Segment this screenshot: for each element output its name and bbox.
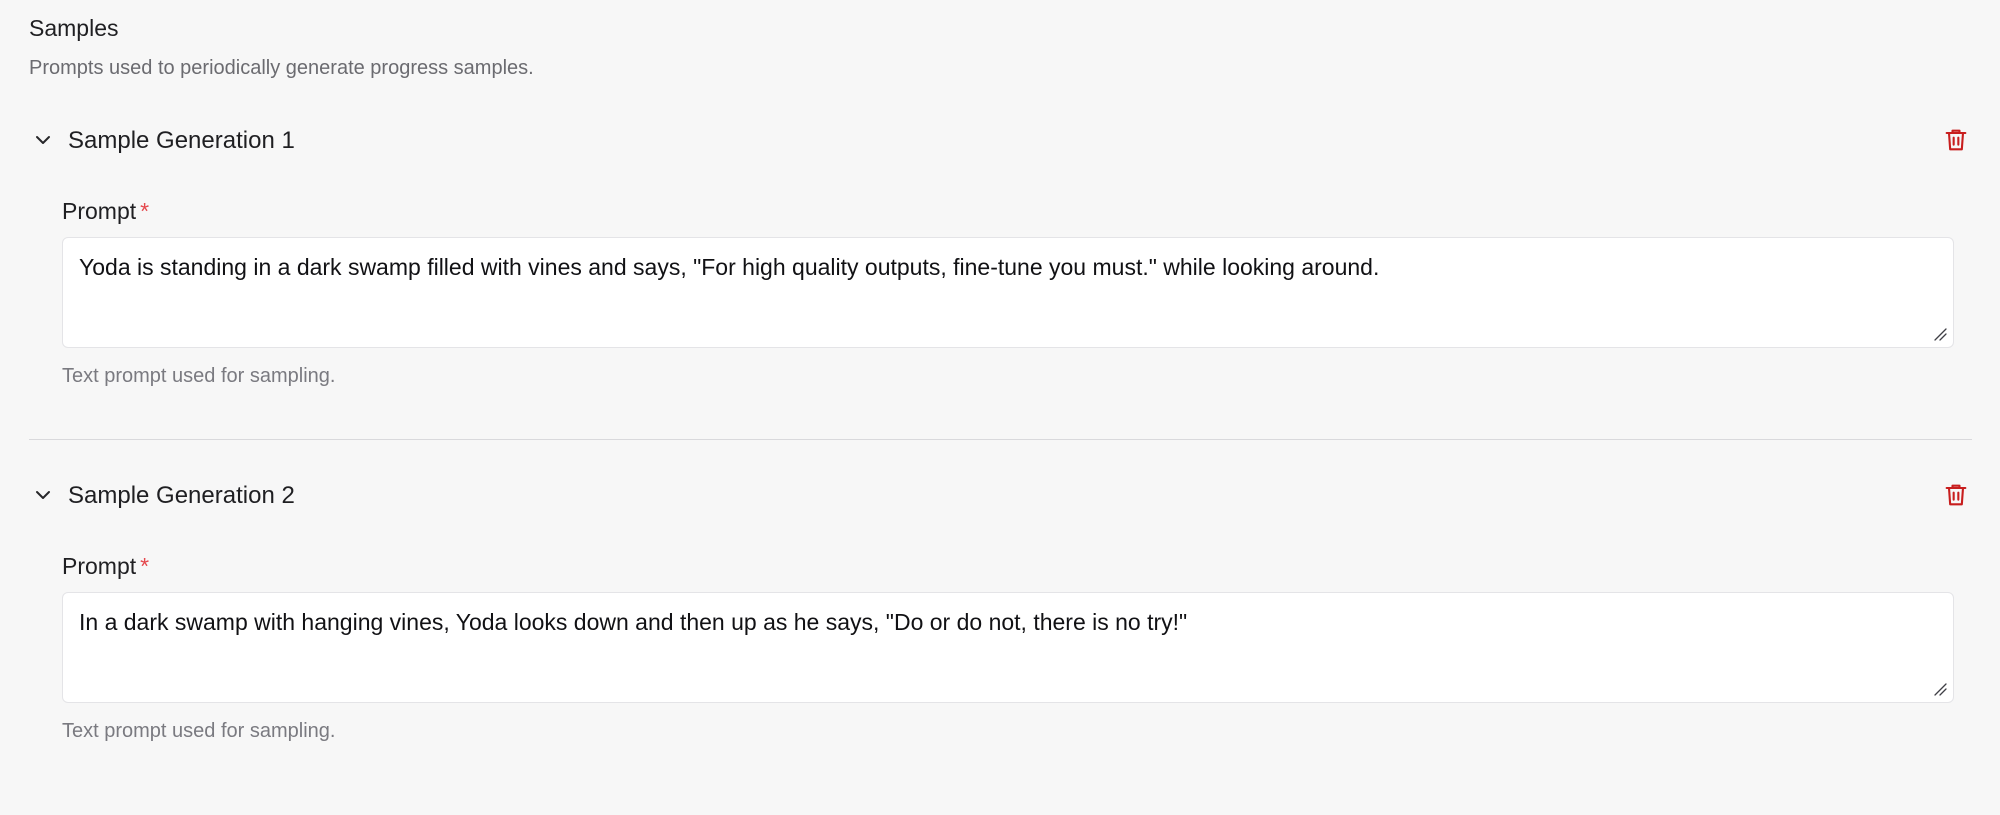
sample-divider (29, 439, 1972, 440)
required-marker: * (140, 198, 150, 224)
prompt-label: Prompt * (62, 551, 149, 581)
sample-title: Sample Generation 1 (68, 127, 295, 154)
sample-header: Sample Generation 2 (29, 475, 1972, 515)
prompt-textarea[interactable]: Yoda is standing in a dark swamp filled … (62, 237, 1954, 348)
chevron-down-icon[interactable] (31, 483, 55, 507)
prompt-help-text: Text prompt used for sampling. (62, 720, 336, 742)
prompt-textarea[interactable]: In a dark swamp with hanging vines, Yoda… (62, 592, 1954, 703)
sample-generation-2: Sample Generation 2 Prompt * In a dark sw… (29, 475, 1972, 815)
prompt-label-text: Prompt (62, 198, 137, 224)
section-description: Prompts used to periodically generate pr… (29, 57, 534, 79)
resize-handle-icon[interactable] (1933, 327, 1947, 341)
prompt-label-text: Prompt (62, 553, 137, 579)
prompt-value[interactable]: Yoda is standing in a dark swamp filled … (79, 252, 1379, 282)
chevron-down-icon[interactable] (31, 128, 55, 152)
prompt-label: Prompt * (62, 196, 149, 226)
resize-handle-icon[interactable] (1933, 682, 1947, 696)
sample-title: Sample Generation 2 (68, 482, 295, 509)
trash-icon[interactable] (1942, 481, 1970, 509)
trash-icon[interactable] (1942, 126, 1970, 154)
required-marker: * (140, 553, 150, 579)
prompt-value[interactable]: In a dark swamp with hanging vines, Yoda… (79, 607, 1187, 637)
prompt-help-text: Text prompt used for sampling. (62, 365, 336, 387)
sample-header: Sample Generation 1 (29, 120, 1972, 160)
sample-generation-1: Sample Generation 1 Prompt * Yoda is stan… (29, 120, 1972, 460)
section-title: Samples (29, 15, 119, 41)
